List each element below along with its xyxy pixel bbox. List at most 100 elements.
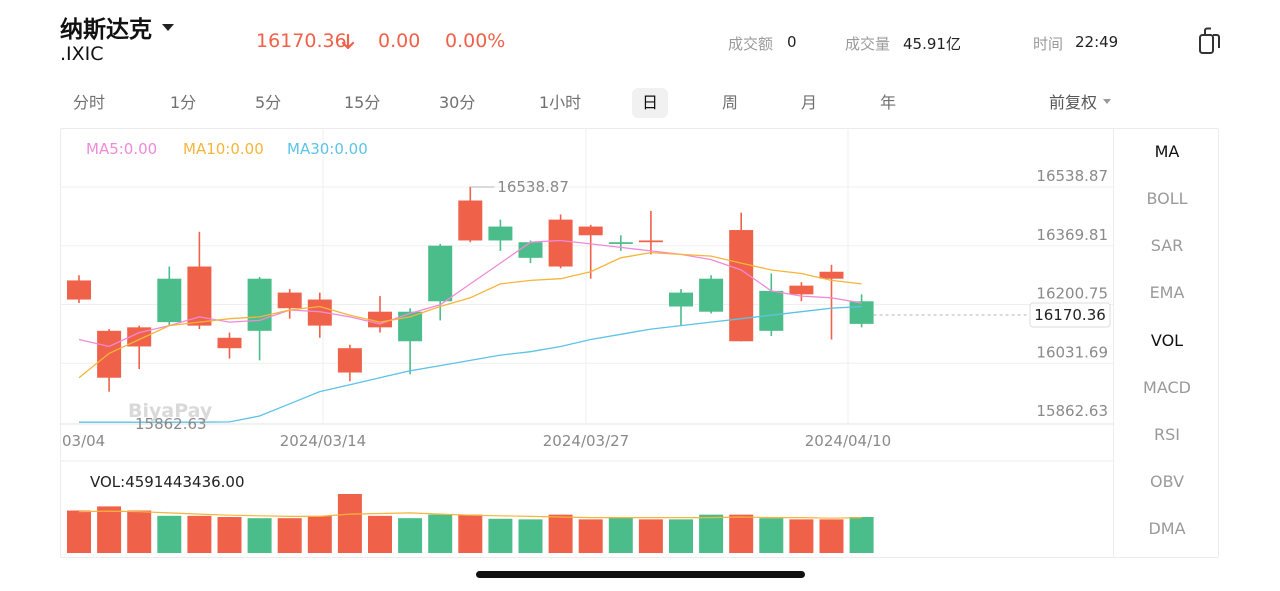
volume-bar (669, 519, 693, 553)
volume-bar (608, 517, 633, 553)
candle-body (488, 226, 513, 241)
volume-bar (428, 514, 453, 553)
volume-bar (518, 519, 543, 553)
tab-intraday[interactable]: 分时 (63, 88, 115, 118)
ma10-legend: MA10:0.00 (183, 140, 264, 158)
volume-bar (488, 518, 513, 553)
candle-body (247, 278, 272, 331)
candle-body (669, 292, 693, 307)
volume-bar (398, 518, 423, 553)
y-tick-label: 16031.69 (1036, 343, 1108, 361)
price-change-pct: 0.00% (445, 30, 506, 52)
candle-body (759, 290, 784, 331)
x-tick-label: 03/04 (62, 432, 105, 450)
adjust-dropdown[interactable]: 前复权 (1049, 88, 1112, 118)
candle-body (578, 226, 603, 236)
vol-legend: VOL:4591443436.00 (90, 473, 245, 491)
tab-week[interactable]: 周 (712, 88, 748, 118)
volume-bar (729, 514, 754, 553)
index-symbol: .IXIC (60, 43, 104, 65)
tab-month[interactable]: 月 (791, 88, 827, 118)
turnover-value: 0 (787, 33, 797, 51)
adjust-label: 前复权 (1049, 93, 1098, 112)
indicator-ema[interactable]: EMA (1114, 283, 1220, 302)
tab-1min[interactable]: 1分 (160, 88, 206, 118)
low-marker-label: 15862.63 (135, 415, 207, 433)
indicator-sar[interactable]: SAR (1114, 236, 1220, 255)
candle-body (217, 337, 242, 349)
volume-bar (337, 494, 362, 553)
volume-bar (789, 519, 814, 553)
dropdown-caret-icon[interactable] (162, 24, 174, 31)
indicator-sidebar: MA BOLL SAR EMA VOL MACD RSI OBV DMA (1113, 129, 1220, 557)
candle-body (428, 245, 453, 302)
ma30-legend: MA30:0.00 (287, 140, 368, 158)
candle-body (608, 242, 633, 244)
price-change: 0.00 (378, 30, 421, 52)
candle-body (97, 330, 122, 378)
volume-label: 成交量 (845, 35, 891, 53)
tab-day[interactable]: 日 (632, 88, 669, 118)
tab-30min[interactable]: 30分 (429, 88, 485, 118)
x-tick-label: 2024/03/27 (543, 432, 629, 450)
volume-bar (849, 517, 874, 553)
index-name[interactable]: 纳斯达克 (60, 10, 174, 44)
last-price: 16170.36 (256, 30, 347, 52)
volume-bar (307, 515, 332, 553)
volume-bar (819, 519, 844, 553)
x-tick-label: 2024/04/10 (805, 432, 891, 450)
candle-body (67, 280, 91, 300)
y-tick-label: 16369.81 (1036, 226, 1108, 244)
volume-bar (97, 506, 122, 553)
volume-bar (638, 519, 663, 553)
candle-body (789, 285, 814, 295)
volume-bar (67, 510, 91, 553)
time-label: 时间 (1033, 35, 1064, 53)
candle-body (518, 242, 543, 258)
last-price-label: 16170.36 (1034, 306, 1106, 324)
high-marker-label: 16538.87 (497, 178, 569, 196)
down-arrow-icon (341, 33, 355, 50)
indicator-boll[interactable]: BOLL (1114, 189, 1220, 208)
tab-1hour[interactable]: 1小时 (529, 88, 591, 118)
indicator-dma[interactable]: DMA (1114, 519, 1220, 538)
y-tick-label: 16538.87 (1036, 167, 1108, 185)
volume-bar (458, 514, 483, 553)
indicator-rsi[interactable]: RSI (1114, 425, 1220, 444)
indicator-obv[interactable]: OBV (1114, 472, 1220, 491)
candle-body (548, 219, 573, 267)
volume-value: 45.91亿 (903, 35, 961, 53)
tab-year[interactable]: 年 (870, 88, 906, 118)
volume-bar (368, 515, 392, 553)
ma5-legend: MA5:0.00 (86, 140, 157, 158)
y-tick-label: 15862.63 (1036, 402, 1108, 420)
volume-bar (578, 519, 603, 553)
kline-chart[interactable]: BiyaPay 16538.8716369.8116200.7516031.69… (60, 128, 1113, 558)
tab-15min[interactable]: 15分 (334, 88, 390, 118)
indicator-vol[interactable]: VOL (1114, 331, 1220, 350)
volume-bar (157, 515, 182, 553)
chevron-down-icon (1103, 99, 1112, 104)
home-indicator (476, 571, 805, 578)
y-tick-label: 16200.75 (1036, 285, 1108, 303)
volume-bar (247, 518, 272, 553)
tab-5min[interactable]: 5分 (245, 88, 291, 118)
period-tabs: 分时 1分 5分 15分 30分 1小时 日 周 月 年 前复权 (60, 88, 1130, 118)
candle-body (337, 348, 362, 373)
indicator-ma[interactable]: MA (1114, 142, 1220, 161)
x-tick-label: 2024/03/14 (280, 432, 366, 450)
indicator-macd[interactable]: MACD (1114, 378, 1220, 397)
candle-body (699, 278, 724, 312)
volume-bar (187, 515, 212, 553)
turnover-label: 成交额 (728, 35, 774, 53)
candle-body (277, 292, 302, 309)
candle-body (157, 278, 182, 323)
candle-body (849, 301, 874, 324)
time-value: 22:49 (1075, 33, 1119, 51)
candle-body (638, 240, 663, 243)
copy-icon[interactable] (1196, 26, 1224, 56)
volume-bar (759, 518, 784, 553)
volume-bar (548, 514, 573, 553)
candle-body (729, 230, 754, 342)
volume-bar (217, 517, 242, 553)
